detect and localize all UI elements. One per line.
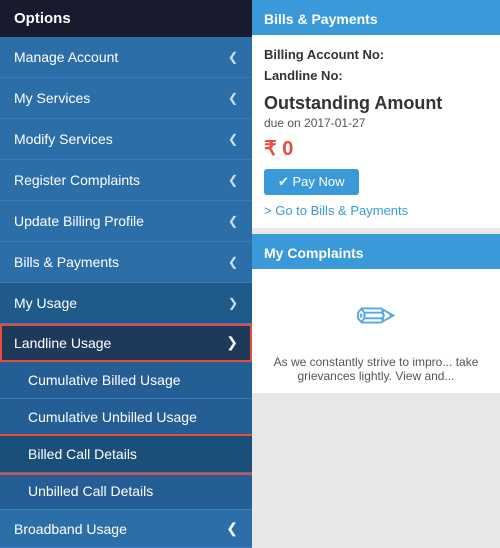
chevron-icon: ❮ — [228, 214, 238, 228]
sidebar-item-unbilled-call-details[interactable]: Unbilled Call Details — [0, 473, 252, 510]
pencil-icon: ✏ — [264, 279, 488, 351]
go-to-bills-link[interactable]: > Go to Bills & Payments — [264, 203, 488, 218]
landline-usage-label: Landline Usage — [14, 335, 111, 351]
chevron-icon: ❮ — [228, 173, 238, 187]
sub-item-label: Cumulative Billed Usage — [28, 372, 181, 388]
sidebar-item-label: Register Complaints — [14, 172, 140, 188]
sidebar-item-label: Manage Account — [14, 49, 118, 65]
sidebar-item-my-services[interactable]: My Services ❮ — [0, 78, 252, 119]
sidebar-header: Options — [0, 0, 252, 37]
chevron-icon: ❮ — [228, 91, 238, 105]
sidebar-item-broadband-usage[interactable]: Broadband Usage ❮ — [0, 510, 252, 548]
bills-payments-card: Bills & Payments Billing Account No: Lan… — [252, 0, 500, 228]
sidebar-item-bills-payments[interactable]: Bills & Payments ❮ — [0, 242, 252, 283]
main-content: Bills & Payments Billing Account No: Lan… — [252, 0, 500, 548]
sidebar-item-manage-account[interactable]: Manage Account ❮ — [0, 37, 252, 78]
sidebar: Options Manage Account ❮ My Services ❮ M… — [0, 0, 252, 548]
sub-item-label: Unbilled Call Details — [28, 483, 153, 499]
sidebar-item-label: My Usage — [14, 295, 77, 311]
sidebar-item-label: Modify Services — [14, 131, 113, 147]
landline-label: Landline No: — [264, 66, 488, 87]
due-date: due on 2017-01-27 — [264, 116, 488, 130]
my-complaints-header: My Complaints — [252, 237, 500, 269]
sidebar-item-register-complaints[interactable]: Register Complaints ❮ — [0, 160, 252, 201]
sidebar-item-cumulative-unbilled[interactable]: Cumulative Unbilled Usage — [0, 399, 252, 436]
amount-value: ₹ 0 — [264, 136, 488, 161]
sidebar-item-cumulative-billed[interactable]: Cumulative Billed Usage — [0, 362, 252, 399]
chevron-icon: ❮ — [228, 50, 238, 64]
chevron-down-icon: ❯ — [226, 334, 238, 351]
pay-now-button[interactable]: ✔ Pay Now — [264, 169, 359, 195]
sidebar-item-update-billing[interactable]: Update Billing Profile ❮ — [0, 201, 252, 242]
my-complaints-title: My Complaints — [264, 245, 364, 261]
sidebar-item-modify-services[interactable]: Modify Services ❮ — [0, 119, 252, 160]
sidebar-title: Options — [14, 10, 71, 27]
complaints-body-text: As we constantly strive to impro... take… — [264, 355, 488, 383]
my-usage-submenu: Landline Usage ❯ Cumulative Billed Usage… — [0, 324, 252, 548]
chevron-icon: ❮ — [228, 132, 238, 146]
outstanding-amount-label: Outstanding Amount — [264, 93, 488, 114]
sidebar-item-label: Update Billing Profile — [14, 213, 144, 229]
bills-payments-body: Billing Account No: Landline No: Outstan… — [252, 35, 500, 228]
sidebar-item-label: My Services — [14, 90, 90, 106]
bills-payments-header: Bills & Payments — [252, 3, 500, 35]
sidebar-item-label: Bills & Payments — [14, 254, 119, 270]
chevron-down-icon: ❯ — [228, 296, 238, 310]
sub-item-label: Billed Call Details — [28, 446, 137, 462]
chevron-icon: ❮ — [228, 255, 238, 269]
billing-account-label: Billing Account No: — [264, 45, 488, 66]
my-complaints-body: ✏ As we constantly strive to impro... ta… — [252, 269, 500, 393]
sub-item-label: Cumulative Unbilled Usage — [28, 409, 197, 425]
sidebar-item-landline-usage[interactable]: Landline Usage ❯ — [0, 324, 252, 362]
chevron-icon: ❮ — [226, 520, 238, 537]
pay-now-label: ✔ Pay Now — [278, 174, 345, 190]
my-complaints-card: My Complaints ✏ As we constantly strive … — [252, 234, 500, 393]
bills-payments-title: Bills & Payments — [264, 11, 378, 27]
sidebar-item-my-usage[interactable]: My Usage ❯ — [0, 283, 252, 324]
broadband-label: Broadband Usage — [14, 521, 127, 537]
sidebar-item-billed-call-details[interactable]: Billed Call Details — [0, 436, 252, 473]
